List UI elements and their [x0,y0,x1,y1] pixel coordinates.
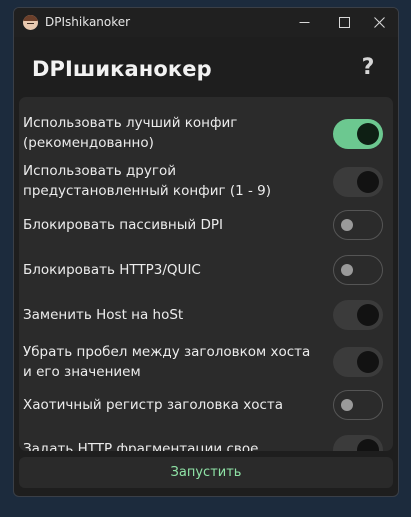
title-bar[interactable]: DPIshikanoker [14,8,398,37]
maximize-icon [338,17,350,28]
option-label: Блокировать HTTP3/QUIC [23,262,201,278]
option-other-config: Использовать другой предустановленный ко… [19,159,393,203]
app-heading: DPIшиканокер [32,57,212,81]
option-label: Использовать другой предустановленный ко… [23,163,272,199]
toggle-knob [341,398,353,411]
option-remove-host-space: Убрать пробел между заголовком хоста и е… [19,340,393,384]
minimize-icon [299,22,309,23]
option-random-host-case: Хаотичный регистр заголовка хоста [19,388,393,422]
app-window: DPIshikanoker DPIшиканокер ? Использоват… [13,7,399,497]
toggle-knob [341,218,353,231]
close-button[interactable] [359,8,398,37]
option-block-http3-quic: Блокировать HTTP3/QUIC [19,253,393,287]
option-best-config: Использовать лучший конфиг (рекомендован… [19,111,393,155]
toggle-knob [341,263,353,276]
toggle-replace-host[interactable] [333,300,383,330]
option-block-passive-dpi: Блокировать пассивный DPI [19,208,393,242]
start-button[interactable]: Запустить [19,457,393,488]
toggle-http-fragmentation[interactable] [333,435,383,451]
toggle-knob [357,123,379,145]
window-title: DPIshikanoker [45,15,131,29]
close-icon [373,17,385,28]
settings-panel[interactable]: Использовать лучший конфиг (рекомендован… [19,97,393,451]
toggle-knob [357,304,379,326]
toggle-other-config[interactable] [333,167,383,197]
toggle-random-host-case[interactable] [333,390,383,420]
toggle-best-config[interactable] [333,119,383,149]
maximize-button[interactable] [324,8,364,37]
help-button[interactable]: ? [356,54,380,82]
option-label: Хаотичный регистр заголовка хоста [23,397,284,413]
toggle-block-passive-dpi[interactable] [333,210,383,240]
option-replace-host: Заменить Host на hoSt [19,298,393,332]
toggle-remove-host-space[interactable] [333,347,383,377]
option-label: Убрать пробел между заголовком хоста и е… [23,344,311,380]
minimize-button[interactable] [284,8,324,37]
toggle-knob [357,439,379,451]
option-label: Задать HTTP фрагментации свое значение [23,441,259,451]
option-label: Заменить Host на hoSt [23,307,184,323]
option-label: Блокировать пассивный DPI [23,217,223,233]
toggle-block-http3-quic[interactable] [333,255,383,285]
option-label: Использовать лучший конфиг (рекомендован… [23,115,238,151]
toggle-knob [357,171,379,193]
app-avatar-icon [23,15,38,30]
toggle-knob [357,351,379,373]
option-http-fragmentation: Задать HTTP фрагментации свое значение [19,435,393,451]
